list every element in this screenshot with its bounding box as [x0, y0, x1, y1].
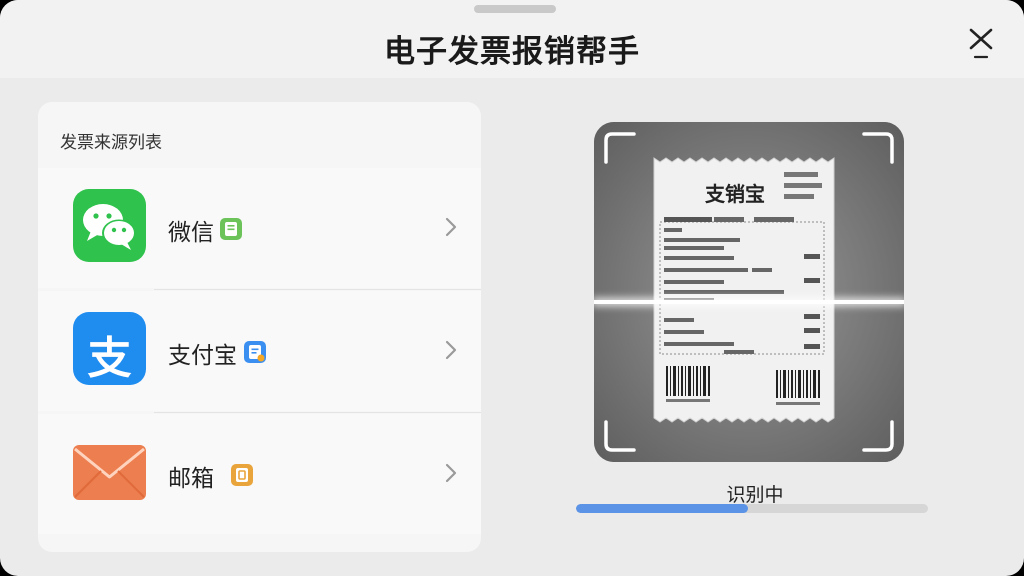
divider — [154, 289, 481, 290]
alipay-glyph: 支 — [87, 333, 132, 384]
source-item-wechat[interactable]: 微信 — [38, 168, 481, 288]
source-item-mail[interactable]: 邮箱 — [38, 414, 481, 534]
panel-title: 发票来源列表 — [60, 133, 162, 153]
drag-handle[interactable] — [474, 5, 556, 13]
receipt-preview-image — [594, 122, 904, 462]
close-button[interactable] — [964, 24, 1000, 64]
alipay-icon: 支 — [73, 312, 146, 385]
scan-line — [594, 300, 904, 304]
mail-icon — [73, 435, 146, 508]
source-item-alipay[interactable]: 支 支付宝 — [38, 291, 481, 411]
recognition-status: 识别中 — [726, 484, 784, 506]
source-label-mail: 邮箱 — [168, 466, 214, 492]
invoice-source-panel: 发票来源列表 微信 支 支付宝 邮箱 — [38, 102, 481, 552]
source-label-wechat: 微信 — [168, 220, 214, 246]
receipt-scanner-view[interactable]: 支销宝 — [594, 122, 904, 462]
wechat-icon — [73, 189, 146, 262]
page-title: 电子发票报销帮手 — [384, 34, 640, 70]
close-icon — [969, 28, 993, 59]
recognition-progress-bar — [576, 504, 928, 513]
source-label-alipay: 支付宝 — [168, 343, 237, 369]
chevron-right-icon — [444, 339, 458, 361]
wechat-invoice-badge-icon — [220, 218, 242, 240]
mail-invoice-badge-icon — [231, 464, 253, 486]
header: 电子发票报销帮手 — [0, 0, 1024, 78]
alipay-invoice-badge-icon — [244, 341, 266, 363]
chevron-right-icon — [444, 462, 458, 484]
receipt-title: 支销宝 — [705, 182, 765, 206]
recognition-progress-fill — [576, 504, 749, 513]
divider — [154, 412, 481, 413]
invoice-helper-sheet: 电子发票报销帮手 发票来源列表 微信 支 支付宝 邮箱 支销宝 识别中 — [0, 0, 1024, 576]
chevron-right-icon — [444, 216, 458, 238]
